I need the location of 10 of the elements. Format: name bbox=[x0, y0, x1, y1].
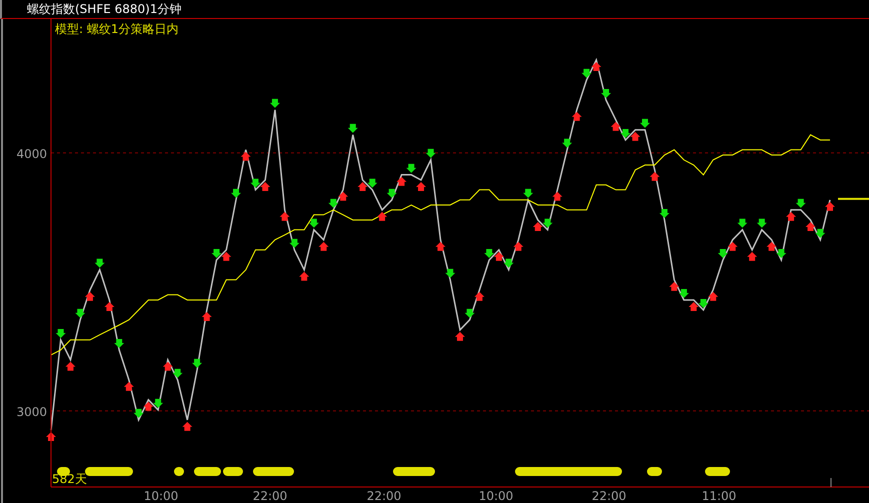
window-title: 螺纹指数(SHFE 6880)1分钟 bbox=[27, 2, 182, 16]
x-axis-label: 10:00 bbox=[144, 489, 178, 503]
model-label: 模型: 螺纹1分策略日内 bbox=[55, 22, 178, 36]
y-axis-label: 3000 bbox=[16, 404, 47, 419]
x-axis-label: 22:00 bbox=[366, 489, 402, 503]
y-axis-label: 4000 bbox=[16, 146, 47, 161]
x-axis-label: 22:00 bbox=[592, 489, 626, 503]
x-axis-label: 22:00 bbox=[252, 489, 288, 503]
x-axis-label: 10:00 bbox=[478, 489, 514, 503]
x-axis-label: 11:00 bbox=[702, 489, 736, 503]
